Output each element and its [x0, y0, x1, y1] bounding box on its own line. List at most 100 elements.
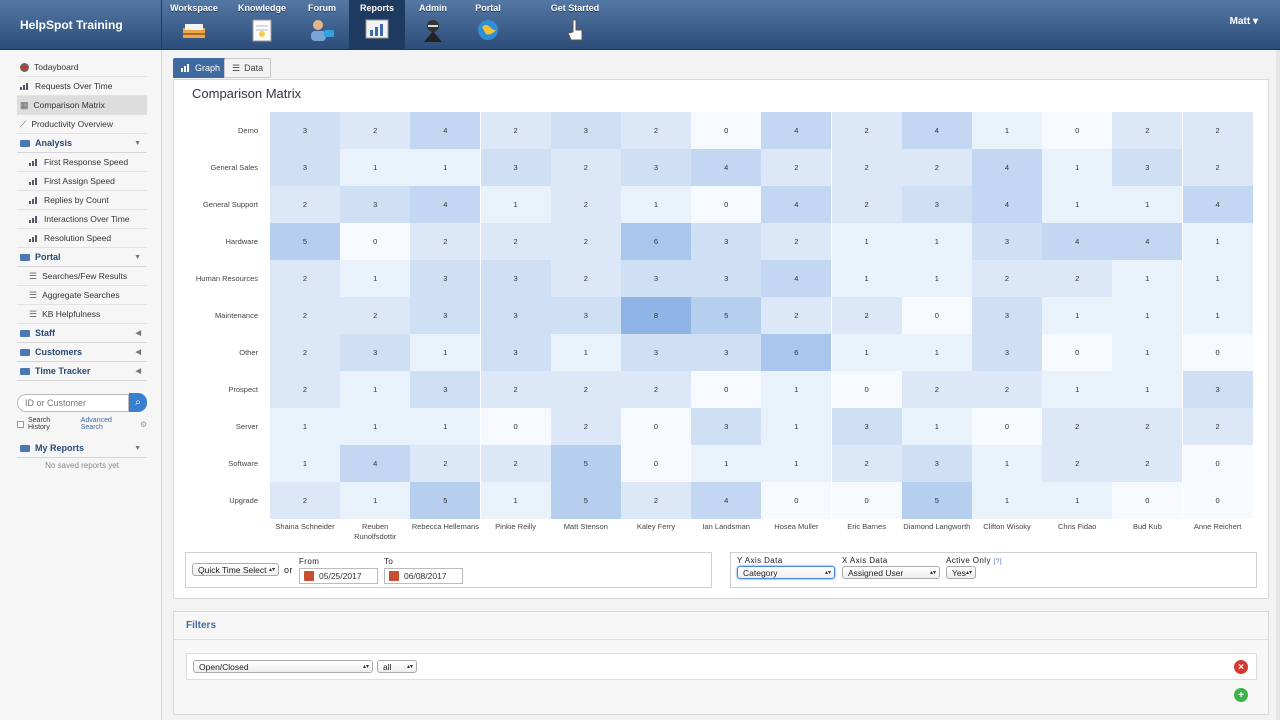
heatmap-cell[interactable]: 4	[1042, 223, 1113, 260]
heatmap-cell[interactable]: 3	[480, 334, 551, 371]
heatmap-cell[interactable]: 1	[340, 482, 411, 519]
sidebar-section-staff[interactable]: Staff ◀	[17, 324, 147, 343]
heatmap-cell[interactable]: 2	[972, 260, 1042, 297]
sidebar-item-resolution-speed[interactable]: Resolution Speed	[17, 229, 147, 248]
heatmap-cell[interactable]: 1	[550, 334, 621, 371]
heatmap-cell[interactable]: 2	[550, 408, 621, 445]
help-link[interactable]: [?]	[993, 558, 1001, 565]
heatmap-cell[interactable]: 2	[550, 149, 621, 186]
gear-icon[interactable]: ⚙	[140, 420, 147, 429]
heatmap-cell[interactable]: 3	[1112, 149, 1183, 186]
heatmap-cell[interactable]: 2	[901, 149, 972, 186]
heatmap-cell[interactable]: 1	[1112, 297, 1183, 334]
heatmap-cell[interactable]: 2	[270, 297, 340, 334]
heatmap-cell[interactable]: 2	[1182, 149, 1253, 186]
heatmap-cell[interactable]: 1	[480, 482, 551, 519]
heatmap-cell[interactable]: 1	[1182, 297, 1253, 334]
heatmap-cell[interactable]: 2	[410, 445, 481, 482]
heatmap-cell[interactable]: 1	[1112, 334, 1183, 371]
heatmap-cell[interactable]: 2	[550, 223, 621, 260]
heatmap-cell[interactable]: 1	[340, 260, 411, 297]
heatmap-cell[interactable]: 1	[1042, 297, 1113, 334]
heatmap-cell[interactable]: 0	[831, 371, 902, 408]
heatmap-cell[interactable]: 0	[1182, 445, 1253, 482]
heatmap-cell[interactable]: 4	[761, 260, 832, 297]
add-filter-icon[interactable]: +	[1234, 688, 1248, 702]
app-title[interactable]: HelpSpot Training	[0, 0, 162, 50]
heatmap-cell[interactable]: 3	[480, 149, 551, 186]
heatmap-cell[interactable]: 3	[550, 112, 621, 149]
sidebar-section-analysis[interactable]: Analysis ▼	[17, 134, 147, 153]
sidebar-section-my-reports[interactable]: My Reports ▼	[17, 439, 147, 458]
heatmap-cell[interactable]: 2	[1112, 408, 1183, 445]
heatmap-cell[interactable]: 1	[1112, 260, 1183, 297]
heatmap-cell[interactable]: 3	[480, 260, 551, 297]
heatmap-cell[interactable]: 2	[831, 445, 902, 482]
heatmap-cell[interactable]: 4	[1112, 223, 1183, 260]
heatmap-cell[interactable]: 3	[621, 149, 691, 186]
nav-admin[interactable]: Admin	[405, 0, 461, 50]
filter-value-select[interactable]: all ▴▾	[377, 660, 417, 673]
tab-data[interactable]: ☰ Data	[224, 58, 272, 78]
sidebar-item-first-response-speed[interactable]: First Response Speed	[17, 153, 147, 172]
heatmap-cell[interactable]: 2	[621, 371, 691, 408]
heatmap-cell[interactable]: 3	[972, 223, 1042, 260]
heatmap-cell[interactable]: 2	[270, 371, 340, 408]
heatmap-cell[interactable]: 3	[691, 408, 762, 445]
heatmap-cell[interactable]: 2	[761, 297, 832, 334]
heatmap-cell[interactable]: 2	[340, 297, 411, 334]
heatmap-cell[interactable]: 0	[761, 482, 832, 519]
heatmap-cell[interactable]: 1	[410, 408, 481, 445]
heatmap-cell[interactable]: 2	[480, 112, 551, 149]
heatmap-cell[interactable]: 2	[1182, 408, 1253, 445]
heatmap-cell[interactable]: 0	[480, 408, 551, 445]
nav-forum[interactable]: Forum	[294, 0, 350, 50]
heatmap-cell[interactable]: 2	[1182, 112, 1253, 149]
heatmap-cell[interactable]: 1	[1182, 223, 1253, 260]
sidebar-item-kb-helpfulness[interactable]: ☰ KB Helpfulness	[17, 305, 147, 324]
heatmap-cell[interactable]: 3	[621, 334, 691, 371]
sidebar-item-comparison-matrix[interactable]: ▦ Comparison Matrix	[17, 96, 147, 115]
heatmap-cell[interactable]: 5	[550, 445, 621, 482]
heatmap-cell[interactable]: 1	[1112, 371, 1183, 408]
search-input[interactable]	[17, 393, 129, 412]
heatmap-cell[interactable]: 2	[761, 149, 832, 186]
quick-time-select[interactable]: Quick Time Select ▴▾	[192, 563, 279, 576]
heatmap-cell[interactable]: 4	[972, 186, 1042, 223]
heatmap-cell[interactable]: 2	[972, 371, 1042, 408]
heatmap-cell[interactable]: 3	[410, 297, 481, 334]
nav-reports[interactable]: Reports	[349, 0, 405, 50]
heatmap-cell[interactable]: 4	[691, 482, 762, 519]
heatmap-cell[interactable]: 4	[691, 149, 762, 186]
heatmap-cell[interactable]: 4	[340, 445, 411, 482]
heatmap-cell[interactable]: 2	[621, 482, 691, 519]
heatmap-cell[interactable]: 3	[340, 186, 411, 223]
heatmap-cell[interactable]: 2	[831, 297, 902, 334]
heatmap-cell[interactable]: 1	[831, 223, 902, 260]
heatmap-cell[interactable]: 0	[901, 297, 972, 334]
heatmap-cell[interactable]: 2	[761, 223, 832, 260]
heatmap-cell[interactable]: 4	[410, 112, 481, 149]
from-date-field[interactable]: 05/25/2017	[299, 568, 378, 584]
sidebar-section-time-tracker[interactable]: Time Tracker ◀	[17, 362, 147, 381]
heatmap-cell[interactable]: 6	[761, 334, 832, 371]
heatmap-cell[interactable]: 6	[621, 223, 691, 260]
heatmap-cell[interactable]: 3	[691, 260, 762, 297]
heatmap-cell[interactable]: 0	[1042, 112, 1113, 149]
heatmap-cell[interactable]: 2	[1112, 112, 1183, 149]
heatmap-cell[interactable]: 3	[410, 260, 481, 297]
heatmap-cell[interactable]: 1	[901, 223, 972, 260]
heatmap-cell[interactable]: 0	[340, 223, 411, 260]
heatmap-cell[interactable]: 1	[901, 260, 972, 297]
heatmap-cell[interactable]: 2	[480, 223, 551, 260]
heatmap-cell[interactable]: 4	[972, 149, 1042, 186]
heatmap-cell[interactable]: 1	[901, 334, 972, 371]
heatmap-cell[interactable]: 0	[972, 408, 1042, 445]
heatmap-cell[interactable]: 2	[410, 223, 481, 260]
heatmap-cell[interactable]: 3	[972, 334, 1042, 371]
sidebar-item-interactions-over-time[interactable]: Interactions Over Time	[17, 210, 147, 229]
heatmap-cell[interactable]: 3	[691, 223, 762, 260]
heatmap-cell[interactable]: 3	[621, 260, 691, 297]
heatmap-cell[interactable]: 8	[621, 297, 691, 334]
heatmap-cell[interactable]: 1	[410, 149, 481, 186]
